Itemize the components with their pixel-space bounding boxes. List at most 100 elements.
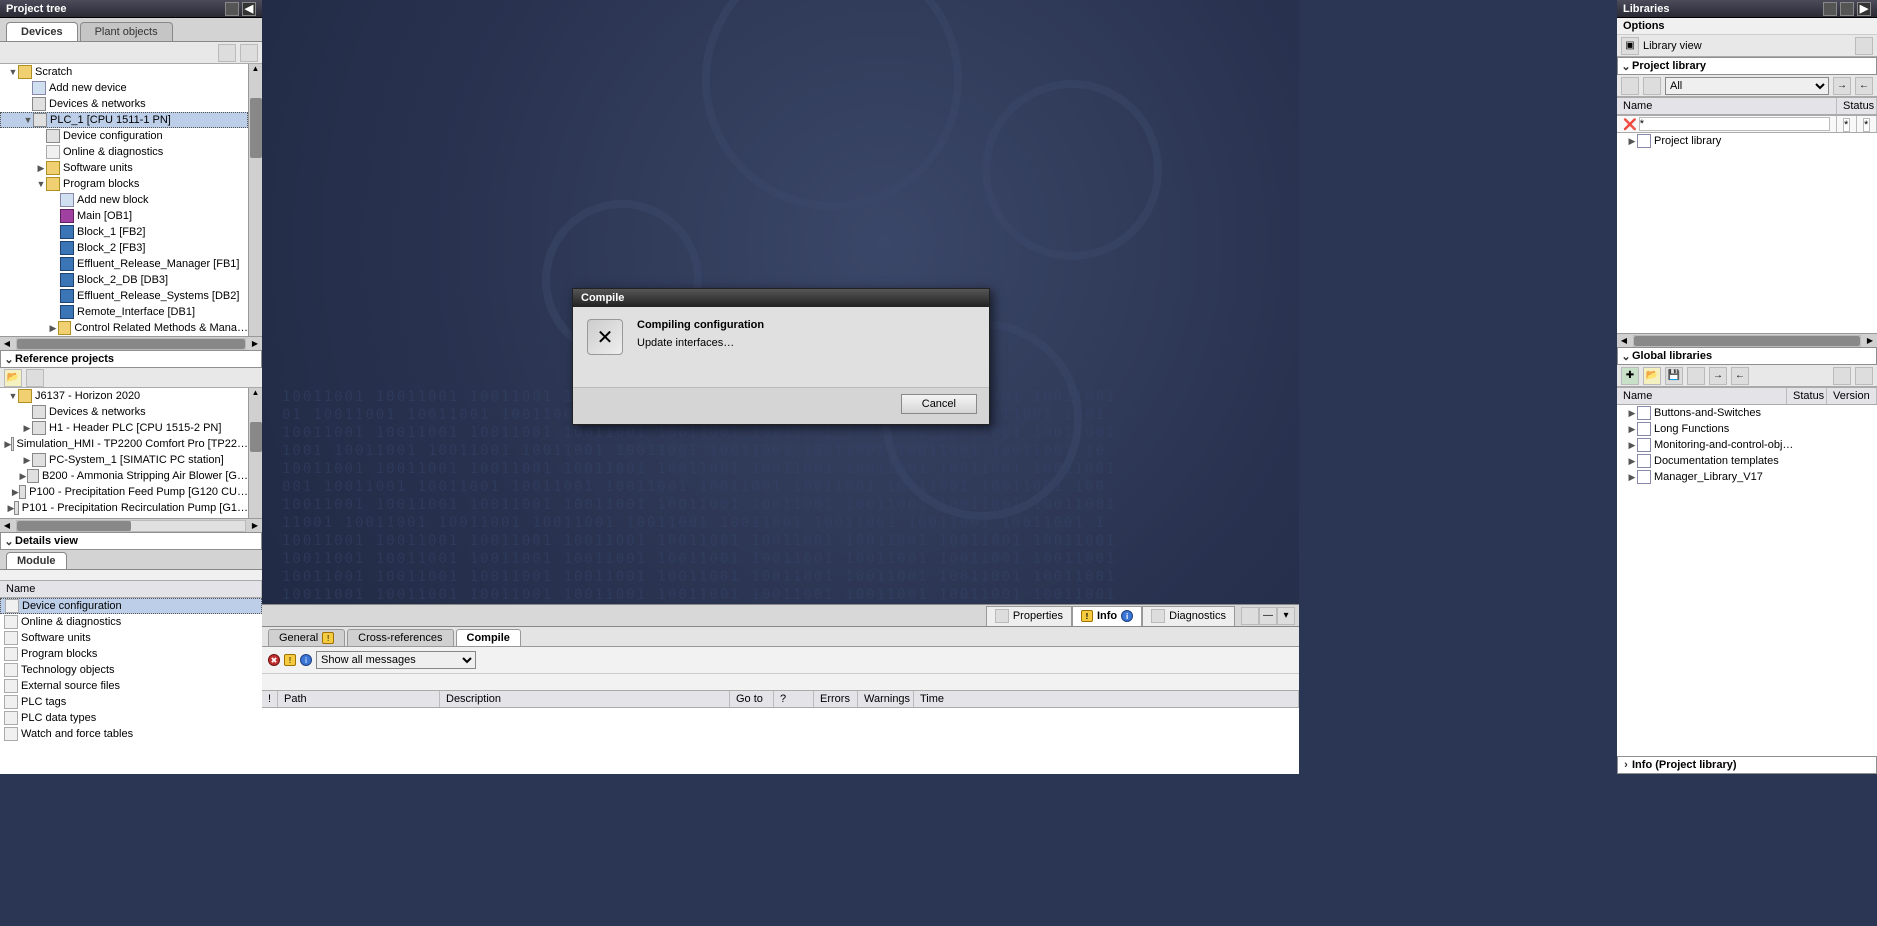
tree-row[interactable]: ▶P100 - Precipitation Feed Pump [G120 CU… xyxy=(0,484,248,500)
tree-row[interactable]: ▼Scratch xyxy=(0,64,248,80)
list-item[interactable]: PLC tags xyxy=(0,694,262,710)
ref-scrollbar-v[interactable]: ▲ xyxy=(248,388,262,518)
expander-icon[interactable]: ▶ xyxy=(36,163,46,174)
col-path[interactable]: Path xyxy=(278,691,440,707)
projlib-btn-4[interactable]: ← xyxy=(1855,77,1873,95)
tree-row[interactable]: Online & diagnostics xyxy=(0,144,248,160)
expander-icon[interactable]: ▼ xyxy=(8,391,18,401)
dock-icon[interactable] xyxy=(225,2,239,16)
tree-row[interactable]: Device configuration xyxy=(0,128,248,144)
ref-open-icon[interactable]: 📂 xyxy=(4,369,22,387)
expander-icon[interactable]: ▶ xyxy=(4,439,11,450)
expander-icon[interactable]: ▼ xyxy=(23,115,33,125)
errors-filter-icon[interactable]: ✖ xyxy=(268,654,280,666)
col-description[interactable]: Description xyxy=(440,691,730,707)
collapse-left-icon[interactable]: ◀ xyxy=(242,2,256,16)
toolbar-btn-1[interactable] xyxy=(218,44,236,62)
expander-icon[interactable]: ▶ xyxy=(1627,472,1637,483)
globallib-new-icon[interactable]: ✚ xyxy=(1621,367,1639,385)
expander-icon[interactable]: ▶ xyxy=(8,503,15,514)
col-time[interactable]: Time xyxy=(914,691,1299,707)
list-item[interactable]: ▶Manager_Library_V17 xyxy=(1617,469,1877,485)
projlib-status-filter-1[interactable] xyxy=(1843,118,1850,132)
tree-row[interactable]: Add new block xyxy=(0,192,248,208)
panel-layout-icon[interactable] xyxy=(1241,607,1259,625)
tab-properties[interactable]: Properties xyxy=(986,606,1072,626)
subtab-cross-references[interactable]: Cross-references xyxy=(347,629,453,646)
tab-module[interactable]: Module xyxy=(6,552,67,569)
details-view-header[interactable]: ⌄ Details view xyxy=(0,532,262,550)
tab-plant-objects[interactable]: Plant objects xyxy=(80,22,173,41)
tree-row[interactable]: ▼PLC_1 [CPU 1511-1 PN] xyxy=(0,112,248,128)
globallib-btn-6[interactable]: ← xyxy=(1731,367,1749,385)
expander-icon[interactable]: ▶ xyxy=(19,471,27,482)
tab-diagnostics[interactable]: Diagnostics xyxy=(1142,606,1235,626)
globallib-col-name[interactable]: Name xyxy=(1617,388,1787,404)
tree-row[interactable]: Effluent_Release_Systems [DB2] xyxy=(0,288,248,304)
expander-icon[interactable]: ▼ xyxy=(8,67,18,77)
globallib-open-icon[interactable]: 📂 xyxy=(1643,367,1661,385)
expander-icon[interactable]: ▶ xyxy=(1627,408,1637,419)
project-library-header[interactable]: ⌄ Project library xyxy=(1617,57,1877,75)
globallib-btn-5[interactable]: → xyxy=(1709,367,1727,385)
reference-projects-header[interactable]: ⌄ Reference projects xyxy=(0,350,262,368)
tree-row[interactable]: ▶PC-System_1 [SIMATIC PC station] xyxy=(0,452,248,468)
tree-row[interactable]: Main [OB1] xyxy=(0,208,248,224)
tree-scrollbar-v[interactable]: ▲ xyxy=(248,64,262,336)
list-item[interactable]: ▶Documentation templates xyxy=(1617,453,1877,469)
list-item[interactable]: Technology objects xyxy=(0,662,262,678)
tree-row[interactable]: ▼J6137 - Horizon 2020 xyxy=(0,388,248,404)
global-libraries-header[interactable]: ⌄ Global libraries xyxy=(1617,347,1877,365)
list-item[interactable]: Software units xyxy=(0,630,262,646)
projlib-status-filter-2[interactable] xyxy=(1863,118,1870,132)
globallib-save-icon[interactable]: 💾 xyxy=(1665,367,1683,385)
toolbar-btn-2[interactable] xyxy=(240,44,258,62)
expander-icon[interactable]: ▶ xyxy=(22,423,32,434)
col-errors[interactable]: Errors xyxy=(814,691,858,707)
projlib-name-filter[interactable] xyxy=(1639,117,1830,131)
tree-row[interactable]: ▶H1 - Header PLC [CPU 1515-2 PN] xyxy=(0,420,248,436)
expander-icon[interactable]: ▼ xyxy=(36,179,46,189)
list-item[interactable]: ▶ Project library xyxy=(1617,133,1877,149)
tree-row[interactable]: Block_2_DB [DB3] xyxy=(0,272,248,288)
subtab-compile[interactable]: Compile xyxy=(456,629,521,646)
tree-row[interactable]: ▶B200 - Ammonia Stripping Air Blower [G… xyxy=(0,468,248,484)
lib-restore-icon[interactable] xyxy=(1840,2,1854,16)
tree-row[interactable]: Block_1 [FB2] xyxy=(0,224,248,240)
tree-scrollbar-h[interactable]: ◀▶ xyxy=(0,336,262,350)
globallib-btn-7[interactable] xyxy=(1833,367,1851,385)
tree-row[interactable]: ▶P101 - Precipitation Recirculation Pump… xyxy=(0,500,248,516)
libview-icon[interactable]: ▣ xyxy=(1621,37,1639,55)
expander-icon[interactable]: ▶ xyxy=(48,323,58,334)
tree-row[interactable]: Remote_Interface [DB1] xyxy=(0,304,248,320)
col-q[interactable]: ? xyxy=(774,691,814,707)
list-item[interactable]: External source files xyxy=(0,678,262,694)
list-item[interactable]: ▶Buttons-and-Switches xyxy=(1617,405,1877,421)
globallib-btn-4[interactable] xyxy=(1687,367,1705,385)
projlib-btn-2[interactable] xyxy=(1643,77,1661,95)
info-filter-icon[interactable]: i xyxy=(300,654,312,666)
expander-icon[interactable]: ▶ xyxy=(12,487,19,498)
projlib-btn-3[interactable]: → xyxy=(1833,77,1851,95)
expander-icon[interactable]: ▶ xyxy=(22,455,32,466)
projlib-col-status[interactable]: Status xyxy=(1837,98,1877,114)
subtab-general[interactable]: General ! xyxy=(268,629,345,646)
expander-icon[interactable]: ▶ xyxy=(1627,440,1637,451)
globallib-col-version[interactable]: Version xyxy=(1827,388,1877,404)
globallib-btn-8[interactable] xyxy=(1855,367,1873,385)
lib-dock-icon[interactable] xyxy=(1823,2,1837,16)
list-item[interactable]: Program blocks xyxy=(0,646,262,662)
message-filter-select[interactable]: Show all messages xyxy=(316,651,476,669)
cancel-button[interactable]: Cancel xyxy=(901,394,977,414)
tab-devices[interactable]: Devices xyxy=(6,22,78,41)
list-item[interactable]: PLC data types xyxy=(0,710,262,726)
tree-row[interactable]: Effluent_Release_Manager [FB1] xyxy=(0,256,248,272)
tree-row[interactable]: Block_2 [FB3] xyxy=(0,240,248,256)
expander-icon[interactable]: ▶ xyxy=(1627,424,1637,435)
panel-min-icon[interactable]: — xyxy=(1259,607,1277,625)
expander-icon[interactable]: ▶ xyxy=(1627,456,1637,467)
tree-row[interactable]: ▶Control Related Methods & Mana… xyxy=(0,320,248,336)
col-goto[interactable]: Go to xyxy=(730,691,774,707)
projlib-scroll-h[interactable]: ◀▶ xyxy=(1617,333,1877,347)
libview-expand-icon[interactable] xyxy=(1855,37,1873,55)
